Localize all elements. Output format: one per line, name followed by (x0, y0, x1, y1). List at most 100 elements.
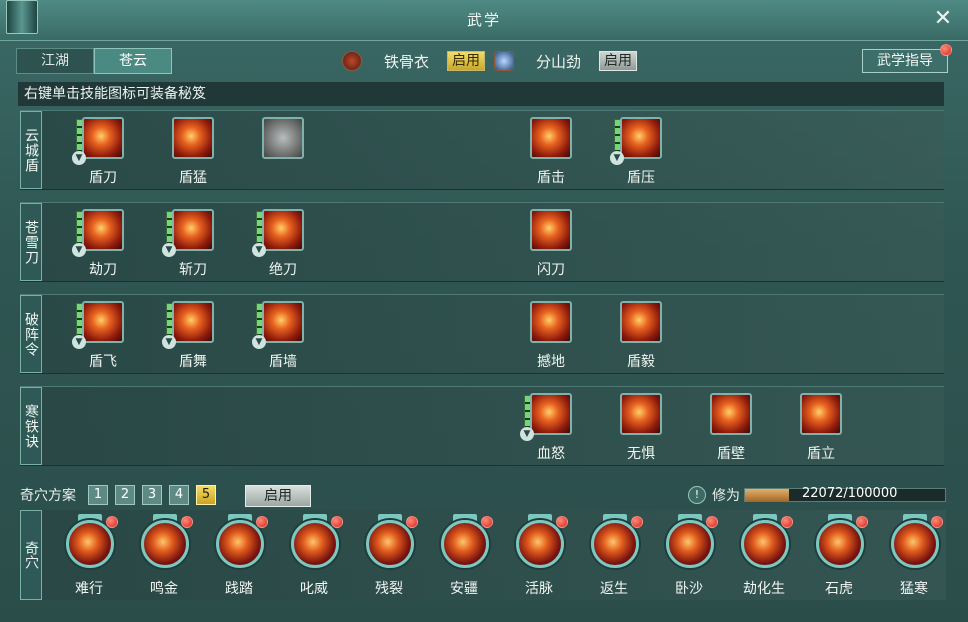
wuxue-window: 武学 ✕ 江湖 苍云 铁骨衣 启用 分山劲 启用 武学指导 右键单击技能图标可装… (0, 0, 968, 622)
talent-icon[interactable] (666, 520, 714, 568)
skill-slot[interactable]: 盾击 (516, 117, 586, 187)
skill-icon[interactable] (172, 117, 214, 159)
row-label: 云城盾 (20, 111, 42, 189)
talent-name: 活脉 (525, 581, 553, 597)
row-label: 寒铁诀 (20, 387, 42, 465)
scheme-number-button[interactable]: 2 (115, 485, 135, 505)
talent-slot[interactable]: 残裂 (354, 514, 424, 598)
skill-slot[interactable]: ▼ 血怒 (516, 393, 586, 463)
enable-fenshan-button[interactable]: 启用 (599, 51, 638, 71)
scheme-number-button[interactable]: 3 (142, 485, 162, 505)
skill-icon[interactable] (172, 209, 214, 251)
talent-slot[interactable]: 叱威 (279, 514, 349, 598)
talent-icon[interactable] (816, 520, 864, 568)
talent-icon[interactable] (516, 520, 564, 568)
blade-stance-icon (494, 51, 514, 71)
talent-slot[interactable]: 卧沙 (654, 514, 724, 598)
scheme-apply-button[interactable]: 启用 (245, 485, 311, 507)
talent-slot[interactable]: 石虎 (804, 514, 874, 598)
skill-icon[interactable] (620, 117, 662, 159)
talent-icon[interactable] (66, 520, 114, 568)
skill-slot[interactable]: ▼ 绝刀 (248, 209, 318, 279)
stance-fenshan: 分山劲 启用 (494, 50, 638, 72)
skill-icon[interactable] (710, 393, 752, 435)
skill-slot[interactable]: 盾立 (786, 393, 856, 463)
scheme-label: 奇穴方案 (20, 488, 76, 504)
talent-icon[interactable] (741, 520, 789, 568)
skill-icon[interactable] (82, 117, 124, 159)
scheme-number-button[interactable]: 4 (169, 485, 189, 505)
skill-name: 无惧 (627, 446, 655, 462)
skill-slot[interactable]: 闪刀 (516, 209, 586, 279)
skill-icon[interactable] (620, 301, 662, 343)
talent-slot[interactable]: 返生 (579, 514, 649, 598)
chevron-down-icon[interactable]: ▼ (162, 243, 176, 257)
skill-icon[interactable] (800, 393, 842, 435)
skill-slot[interactable]: ▼ 盾刀 (68, 117, 138, 187)
talent-slot[interactable]: 劫化生 (729, 514, 799, 598)
skill-slot[interactable]: ▼ 盾飞 (68, 301, 138, 371)
talent-slot[interactable]: 鸣金 (129, 514, 199, 598)
talent-icon[interactable] (141, 520, 189, 568)
skill-icon[interactable] (530, 393, 572, 435)
chevron-down-icon[interactable]: ▼ (252, 243, 266, 257)
skill-name: 闪刀 (537, 262, 565, 278)
talent-icon[interactable] (216, 520, 264, 568)
skill-icon[interactable] (262, 209, 304, 251)
skill-icon[interactable] (82, 209, 124, 251)
skill-icon[interactable] (262, 301, 304, 343)
skill-icon[interactable] (262, 117, 304, 159)
skill-slot[interactable]: 撼地 (516, 301, 586, 371)
talent-slot[interactable]: 猛寒 (879, 514, 949, 598)
talent-icon[interactable] (591, 520, 639, 568)
skill-row: 云城盾 ▼ 盾刀 盾猛盾击 ▼ 盾压 (20, 110, 944, 190)
skill-slot[interactable]: ▼ 盾舞 (158, 301, 228, 371)
talent-slot[interactable]: 难行 (54, 514, 124, 598)
talent-slot[interactable]: 安疆 (429, 514, 499, 598)
hint-text: 右键单击技能图标可装备秘笈 (18, 82, 944, 106)
skill-name: 盾击 (537, 170, 565, 186)
tab-cangyun[interactable]: 苍云 (94, 48, 172, 74)
skill-icon[interactable] (530, 209, 572, 251)
skill-slot[interactable]: 盾壁 (696, 393, 766, 463)
title-bar[interactable]: 武学 ✕ (0, 0, 968, 41)
close-icon[interactable]: ✕ (932, 8, 954, 30)
chevron-down-icon[interactable]: ▼ (520, 427, 534, 441)
chevron-down-icon[interactable]: ▼ (72, 151, 86, 165)
skill-slot[interactable]: ▼ 盾压 (606, 117, 676, 187)
skill-slot[interactable]: 盾毅 (606, 301, 676, 371)
talent-slot[interactable]: 践踏 (204, 514, 274, 598)
skill-icon[interactable] (172, 301, 214, 343)
skill-slot[interactable]: 盾猛 (158, 117, 228, 187)
info-icon[interactable]: ! (688, 486, 706, 504)
skill-slot[interactable]: ▼ 劫刀 (68, 209, 138, 279)
skill-icon[interactable] (82, 301, 124, 343)
scheme-number-button[interactable]: 5 (196, 485, 216, 505)
enable-tiegu-button[interactable]: 启用 (447, 51, 486, 71)
talent-name: 返生 (600, 581, 628, 597)
skill-icon[interactable] (530, 301, 572, 343)
talent-name: 鸣金 (150, 581, 178, 597)
chevron-down-icon[interactable]: ▼ (610, 151, 624, 165)
chevron-down-icon[interactable]: ▼ (72, 243, 86, 257)
tab-jianghu[interactable]: 江湖 (16, 48, 94, 74)
talent-icon[interactable] (441, 520, 489, 568)
skill-slot[interactable]: ▼ 盾墙 (248, 301, 318, 371)
scheme-number-button[interactable]: 1 (88, 485, 108, 505)
talent-name: 猛寒 (900, 581, 928, 597)
talent-icon[interactable] (366, 520, 414, 568)
talent-name: 石虎 (825, 581, 853, 597)
talent-slot[interactable]: 活脉 (504, 514, 574, 598)
skill-slot[interactable]: ▼ 斩刀 (158, 209, 228, 279)
wuxue-guide-button[interactable]: 武学指导 (862, 49, 948, 73)
skill-slot[interactable] (248, 117, 318, 187)
chevron-down-icon[interactable]: ▼ (252, 335, 266, 349)
skill-icon[interactable] (620, 393, 662, 435)
talent-icon[interactable] (891, 520, 939, 568)
skill-slot[interactable]: 无惧 (606, 393, 676, 463)
chevron-down-icon[interactable]: ▼ (72, 335, 86, 349)
notification-dot-icon (940, 44, 952, 56)
skill-icon[interactable] (530, 117, 572, 159)
talent-icon[interactable] (291, 520, 339, 568)
chevron-down-icon[interactable]: ▼ (162, 335, 176, 349)
